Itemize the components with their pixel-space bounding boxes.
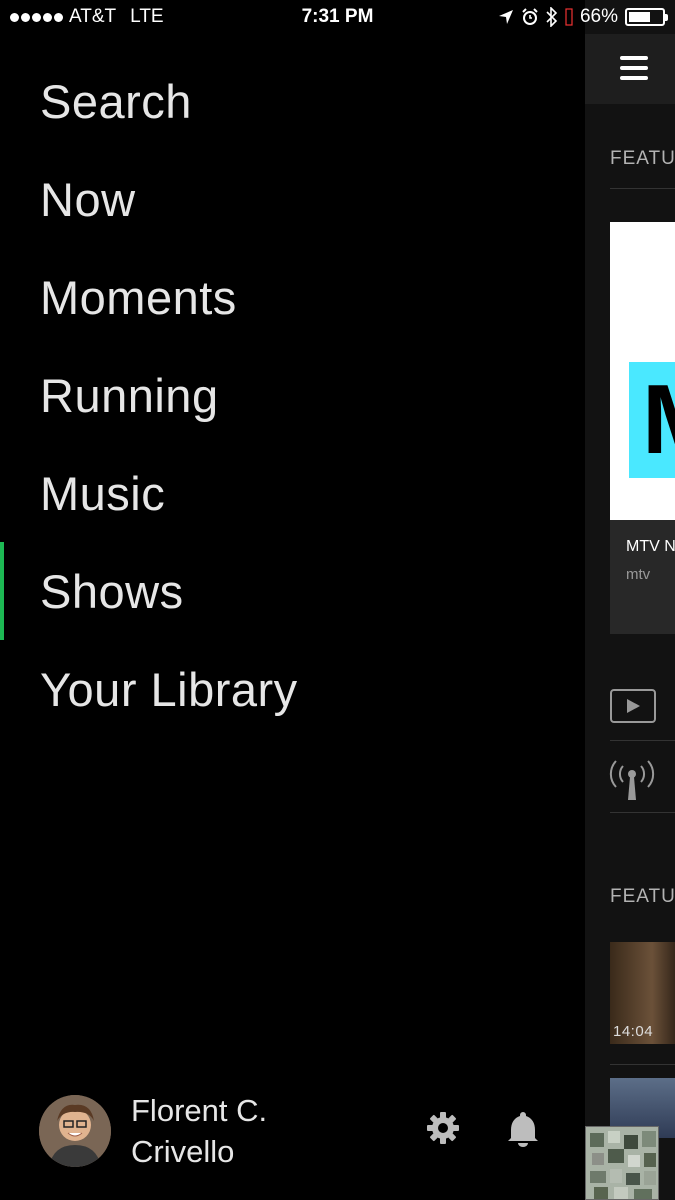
divider (610, 1064, 675, 1065)
avatar-image (39, 1095, 111, 1167)
alarm-icon (522, 8, 538, 25)
user-name-last: Crivello (131, 1134, 235, 1169)
menu-item-your-library[interactable]: Your Library (0, 640, 585, 738)
main-panel-peek[interactable]: FEATU M MTV N mtv FEATU 14:04 (585, 0, 675, 1200)
menu-item-label: Your Library (40, 662, 298, 716)
section-label-featured: FEATU (610, 148, 675, 169)
menu-item-music[interactable]: Music (0, 444, 585, 542)
menu-item-label: Music (40, 466, 166, 520)
featured-show-card[interactable]: M MTV N mtv (610, 222, 675, 634)
bluetooth-icon (546, 7, 558, 27)
divider (610, 812, 675, 813)
now-playing-artwork[interactable] (585, 1126, 659, 1200)
battery-icon (625, 8, 668, 26)
status-bar: AT&T LTE 7:31 PM 66% (0, 0, 675, 34)
gear-icon[interactable] (423, 1108, 463, 1148)
divider (610, 188, 675, 189)
location-arrow-icon (498, 10, 513, 24)
menu-item-label: Now (40, 172, 136, 226)
menu-item-running[interactable]: Running (0, 346, 585, 444)
side-menu: Search Now Moments Running Music Shows Y… (0, 52, 585, 738)
menu-item-label: Shows (40, 564, 184, 618)
battery-percent: 66% (579, 6, 618, 27)
menu-item-label: Moments (40, 270, 237, 324)
battery-warning-icon (565, 8, 573, 26)
show-artwork: M (610, 222, 675, 520)
menu-icon[interactable] (620, 56, 648, 80)
show-title: MTV N (626, 538, 675, 555)
episode-duration: 14:04 (613, 1023, 654, 1040)
album-art-image (586, 1127, 658, 1199)
menu-item-label: Search (40, 74, 192, 128)
menu-item-search[interactable]: Search (0, 52, 585, 150)
divider (610, 740, 675, 741)
video-icon[interactable] (610, 689, 656, 723)
show-subtitle: mtv (626, 566, 651, 583)
episode-thumbnail[interactable]: 14:04 (610, 942, 675, 1044)
user-name-first: Florent C. (131, 1093, 268, 1128)
status-right: 66% (498, 6, 668, 28)
menu-item-now[interactable]: Now (0, 150, 585, 248)
top-bar (585, 34, 675, 104)
menu-item-moments[interactable]: Moments (0, 248, 585, 346)
menu-item-shows[interactable]: Shows (0, 542, 585, 640)
artwork-logo-letter: M (642, 370, 675, 468)
radio-icon[interactable] (608, 758, 656, 802)
bell-icon[interactable] (503, 1108, 543, 1148)
user-profile[interactable]: Florent C. Crivello (39, 1090, 267, 1172)
avatar[interactable] (39, 1095, 111, 1167)
menu-item-label: Running (40, 368, 219, 422)
battery-fill (629, 12, 651, 22)
section-label-featured-episodes: FEATU (610, 886, 675, 907)
user-name: Florent C. Crivello (131, 1090, 267, 1172)
